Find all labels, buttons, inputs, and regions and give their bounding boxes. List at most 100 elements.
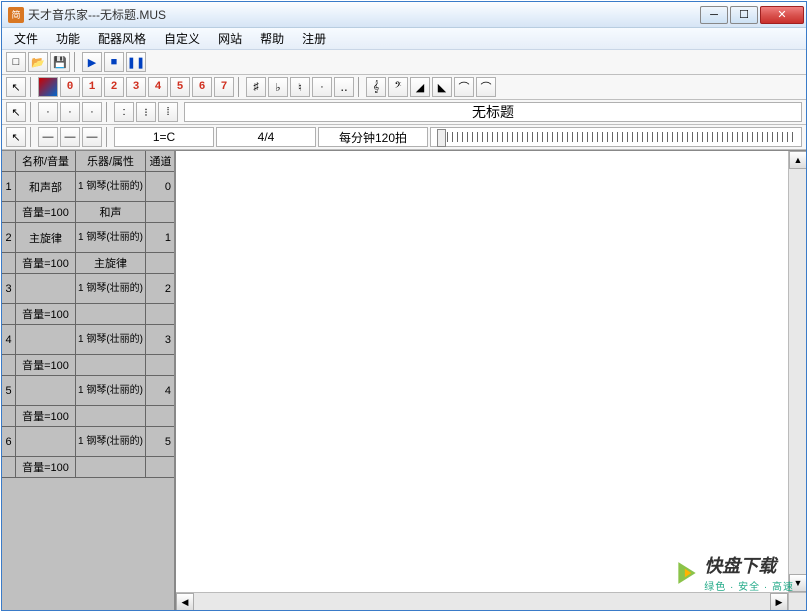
track-channel-cell[interactable]: 3 <box>146 325 176 355</box>
eraser-tool[interactable] <box>38 77 58 97</box>
menu-help[interactable]: 帮助 <box>252 28 292 49</box>
decrescendo-button[interactable]: ◣ <box>432 77 452 97</box>
track-channel-cell[interactable]: 5 <box>146 427 176 457</box>
dot-button[interactable]: · <box>312 77 332 97</box>
flat-button[interactable]: ♭ <box>268 77 288 97</box>
crescendo-button[interactable]: ◢ <box>410 77 430 97</box>
dot-high-3[interactable]: ⁞ <box>158 102 178 122</box>
track-name-cell[interactable] <box>16 376 76 406</box>
line-1[interactable]: — <box>38 127 58 147</box>
open-button[interactable]: 📂 <box>28 52 48 72</box>
natural-button[interactable]: ♮ <box>290 77 310 97</box>
track-instrument-cell[interactable]: 1 钢琴(壮丽的) <box>76 325 146 355</box>
track-channel-cell[interactable]: 2 <box>146 274 176 304</box>
cursor-tool-4[interactable]: ↖ <box>6 127 26 147</box>
track-instrument-cell[interactable]: 1 钢琴(壮丽的) <box>76 223 146 253</box>
maximize-button[interactable]: ☐ <box>730 6 758 24</box>
play-button[interactable]: ▶ <box>82 52 102 72</box>
track-volume-cell[interactable]: 音量=100 <box>16 202 76 223</box>
bass-clef-button[interactable]: 𝄢 <box>388 77 408 97</box>
track-channel-cell[interactable]: 0 <box>146 172 176 202</box>
track-row-2[interactable]: 音量=100 <box>2 406 174 427</box>
track-volume-cell[interactable]: 音量=100 <box>16 304 76 325</box>
dot-high-2[interactable]: ⁝ <box>136 102 156 122</box>
scroll-left-button[interactable]: ◀ <box>176 593 194 610</box>
menu-orchestration[interactable]: 配器风格 <box>90 28 154 49</box>
key-signature-field[interactable]: 1=C <box>114 127 214 147</box>
dot-low-2[interactable]: · <box>60 102 80 122</box>
track-channel-cell[interactable]: 1 <box>146 223 176 253</box>
document-title-field[interactable]: 无标题 <box>184 102 802 122</box>
menu-custom[interactable]: 自定义 <box>156 28 208 49</box>
tempo-field[interactable]: 每分钟120拍 <box>318 127 428 147</box>
scroll-right-button[interactable]: ▶ <box>770 593 788 610</box>
track-instrument-cell[interactable]: 1 钢琴(壮丽的) <box>76 427 146 457</box>
track-attr-cell[interactable] <box>76 406 146 427</box>
track-attr-cell[interactable] <box>76 457 146 478</box>
note-6[interactable]: 6 <box>192 77 212 97</box>
note-7[interactable]: 7 <box>214 77 234 97</box>
track-volume-cell[interactable]: 音量=100 <box>16 406 76 427</box>
track-row-2[interactable]: 音量=100 <box>2 304 174 325</box>
track-volume-cell[interactable]: 音量=100 <box>16 457 76 478</box>
track-name-cell[interactable] <box>16 274 76 304</box>
track-name-cell[interactable] <box>16 427 76 457</box>
scroll-up-button[interactable]: ▲ <box>789 151 806 169</box>
dot-high-1[interactable]: : <box>114 102 134 122</box>
track-row[interactable]: 4 1 钢琴(壮丽的) 3 <box>2 325 174 355</box>
menu-website[interactable]: 网站 <box>210 28 250 49</box>
note-4[interactable]: 4 <box>148 77 168 97</box>
horizontal-scrollbar[interactable]: ◀ ▶ <box>176 592 788 610</box>
track-name-cell[interactable]: 主旋律 <box>16 223 76 253</box>
menu-function[interactable]: 功能 <box>48 28 88 49</box>
menu-file[interactable]: 文件 <box>6 28 46 49</box>
track-attr-cell[interactable]: 和声 <box>76 202 146 223</box>
track-channel-cell[interactable]: 4 <box>146 376 176 406</box>
vertical-scrollbar[interactable]: ▲ ▼ <box>788 151 806 592</box>
menu-register[interactable]: 注册 <box>294 28 334 49</box>
new-button[interactable]: □ <box>6 52 26 72</box>
track-row-2[interactable]: 音量=100 主旋律 <box>2 253 174 274</box>
cursor-tool-3[interactable]: ↖ <box>6 102 26 122</box>
track-instrument-cell[interactable]: 1 钢琴(壮丽的) <box>76 172 146 202</box>
note-5[interactable]: 5 <box>170 77 190 97</box>
track-attr-cell[interactable]: 主旋律 <box>76 253 146 274</box>
sharp-button[interactable]: ♯ <box>246 77 266 97</box>
track-attr-cell[interactable] <box>76 304 146 325</box>
dot-low-1[interactable]: · <box>38 102 58 122</box>
slur-up-button[interactable]: ⌒ <box>454 77 474 97</box>
track-row-2[interactable]: 音量=100 <box>2 355 174 376</box>
track-row[interactable]: 3 1 钢琴(壮丽的) 2 <box>2 274 174 304</box>
slur-down-button[interactable]: ⌒ <box>476 77 496 97</box>
line-2[interactable]: — <box>60 127 80 147</box>
treble-clef-button[interactable]: 𝄞 <box>366 77 386 97</box>
scroll-down-button[interactable]: ▼ <box>789 574 806 592</box>
line-3[interactable]: — <box>82 127 102 147</box>
pause-button[interactable]: ❚❚ <box>126 52 146 72</box>
note-0[interactable]: 0 <box>60 77 80 97</box>
track-row[interactable]: 6 1 钢琴(壮丽的) 5 <box>2 427 174 457</box>
track-row-2[interactable]: 音量=100 <box>2 457 174 478</box>
track-row[interactable]: 2 主旋律 1 钢琴(壮丽的) 1 <box>2 223 174 253</box>
track-instrument-cell[interactable]: 1 钢琴(壮丽的) <box>76 376 146 406</box>
track-row[interactable]: 5 1 钢琴(壮丽的) 4 <box>2 376 174 406</box>
close-button[interactable]: ✕ <box>760 6 804 24</box>
cursor-tool[interactable]: ↖ <box>6 77 26 97</box>
track-volume-cell[interactable]: 音量=100 <box>16 253 76 274</box>
track-attr-cell[interactable] <box>76 355 146 376</box>
double-dot-button[interactable]: ‥ <box>334 77 354 97</box>
scroll-track-v[interactable] <box>789 169 806 574</box>
track-instrument-cell[interactable]: 1 钢琴(壮丽的) <box>76 274 146 304</box>
track-row-2[interactable]: 音量=100 和声 <box>2 202 174 223</box>
position-slider[interactable] <box>430 127 802 147</box>
scroll-track-h[interactable] <box>194 593 770 610</box>
save-button[interactable]: 💾 <box>50 52 70 72</box>
note-3[interactable]: 3 <box>126 77 146 97</box>
dot-low-3[interactable]: · <box>82 102 102 122</box>
time-signature-field[interactable]: 4/4 <box>216 127 316 147</box>
score-canvas[interactable] <box>176 151 806 610</box>
stop-button[interactable]: ■ <box>104 52 124 72</box>
note-2[interactable]: 2 <box>104 77 124 97</box>
note-1[interactable]: 1 <box>82 77 102 97</box>
track-row[interactable]: 1 和声部 1 钢琴(壮丽的) 0 <box>2 172 174 202</box>
